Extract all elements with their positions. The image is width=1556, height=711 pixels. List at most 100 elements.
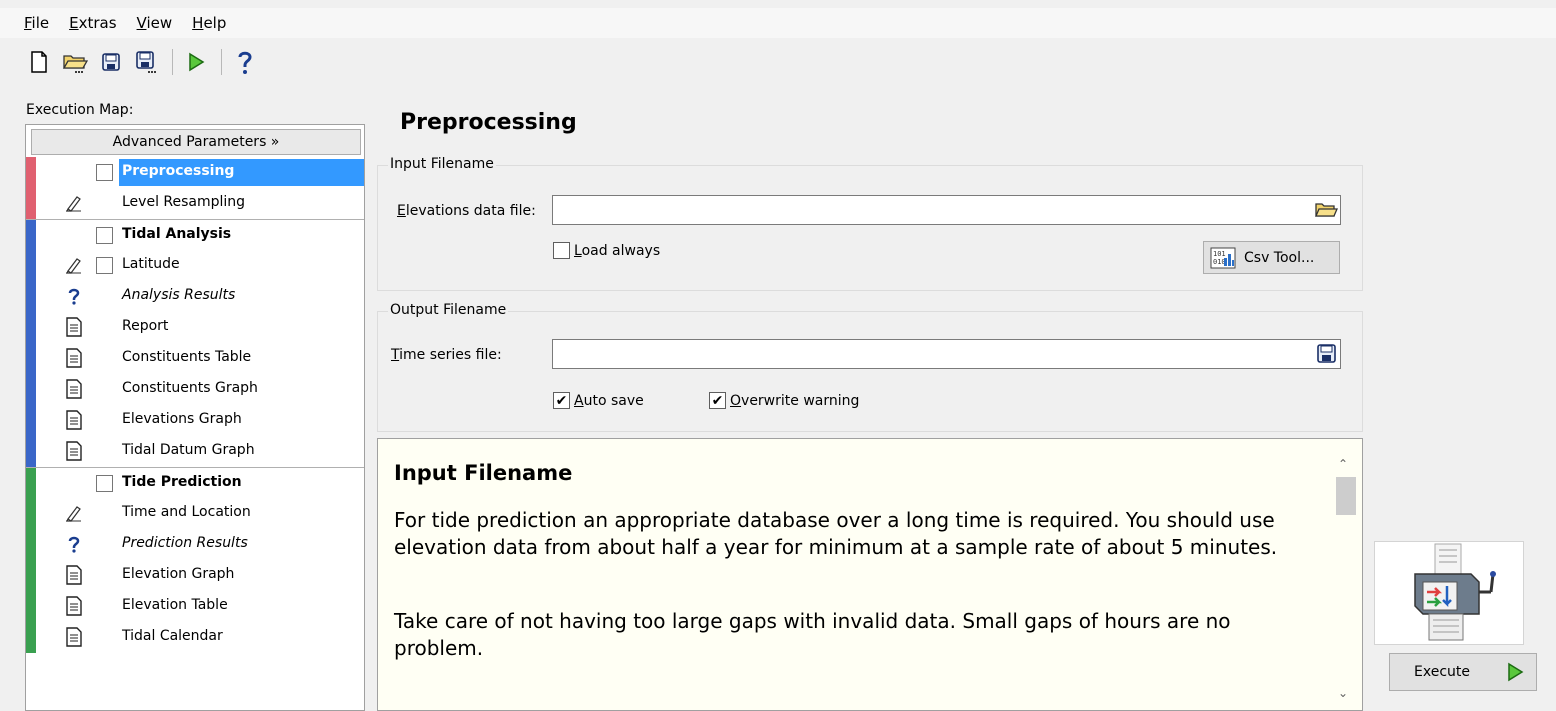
- section-color-bar: [26, 188, 36, 219]
- elevations-data-file-input[interactable]: [552, 195, 1341, 225]
- section-color-bar: [26, 468, 36, 499]
- scroll-up-icon[interactable]: ⌃: [1338, 457, 1348, 471]
- execution-map-item-report[interactable]: Report: [26, 312, 364, 343]
- input-filename-group-title: Input Filename: [388, 156, 496, 172]
- execution-map-item-label: Elevation Graph: [122, 566, 235, 582]
- help-heading: Input Filename: [394, 461, 573, 485]
- execution-map-item-label: Tidal Datum Graph: [122, 442, 255, 458]
- execution-map-item-level-resampling[interactable]: Level Resampling: [26, 188, 364, 219]
- question-icon: [64, 534, 84, 554]
- advanced-parameters-button[interactable]: Advanced Parameters »: [31, 129, 361, 155]
- overwrite-warning-label: Overwrite warning: [730, 392, 860, 409]
- execution-map-item-prediction-results[interactable]: Prediction Results: [26, 529, 364, 560]
- help-button[interactable]: [230, 46, 260, 78]
- execution-map-item-label: Tidal Calendar: [122, 628, 223, 644]
- execution-map-item-tidal-calendar[interactable]: Tidal Calendar: [26, 622, 364, 653]
- menu-view[interactable]: View: [137, 14, 173, 32]
- save-icon: [102, 53, 120, 71]
- execution-map-item-constituents-table[interactable]: Constituents Table: [26, 343, 364, 374]
- browse-save-icon[interactable]: [1314, 344, 1338, 364]
- auto-save-checkbox[interactable]: ✔ Auto save: [553, 392, 644, 409]
- execution-map-item-preprocessing[interactable]: Preprocessing: [26, 157, 364, 188]
- new-file-button[interactable]: [24, 46, 54, 78]
- run-button[interactable]: [181, 46, 211, 78]
- section-color-bar: [26, 591, 36, 622]
- execution-map-item-analysis-results[interactable]: Analysis Results: [26, 281, 364, 312]
- section-color-bar: [26, 436, 36, 467]
- section-color-bar: [26, 312, 36, 343]
- execution-map-item-label: Tide Prediction: [122, 474, 242, 490]
- execution-map-item-label: Analysis Results: [122, 287, 236, 303]
- execution-map-item-elevations-graph[interactable]: Elevations Graph: [26, 405, 364, 436]
- save-button[interactable]: [96, 46, 126, 78]
- auto-save-box[interactable]: ✔: [553, 392, 570, 409]
- load-always-checkbox[interactable]: Load always: [553, 242, 660, 259]
- load-always-box[interactable]: [553, 242, 570, 259]
- execution-map-label: Execution Map:: [26, 102, 134, 118]
- help-icon: [238, 51, 252, 74]
- menu-help[interactable]: Help: [192, 14, 226, 32]
- open-button[interactable]: [60, 46, 90, 78]
- section-color-bar: [26, 529, 36, 560]
- auto-save-label: Auto save: [574, 392, 644, 409]
- csv-grid-icon: 101010: [1210, 247, 1236, 268]
- execution-map-checkbox[interactable]: [96, 227, 113, 244]
- execution-map-item-constituents-graph[interactable]: Constituents Graph: [26, 374, 364, 405]
- section-color-bar: [26, 374, 36, 405]
- help-panel[interactable]: Input Filename For tide prediction an ap…: [377, 438, 1363, 711]
- execution-map-item-label: Preprocessing: [122, 163, 235, 179]
- menu-file[interactable]: File: [24, 14, 49, 32]
- execute-label: Execute: [1414, 664, 1470, 680]
- overwrite-warning-checkbox[interactable]: ✔ Overwrite warning: [709, 392, 859, 409]
- output-filename-group: Output Filename Time series file: ✔ Auto…: [377, 302, 1363, 432]
- document-icon: [64, 410, 84, 430]
- execute-illustration: [1374, 541, 1524, 645]
- open-folder-icon: [62, 55, 88, 73]
- browse-folder-icon[interactable]: [1314, 200, 1338, 220]
- execution-map-item-label: Latitude: [122, 256, 180, 272]
- save-as-button[interactable]: [132, 46, 162, 78]
- time-series-file-label: Time series file:: [391, 347, 502, 363]
- csv-tool-button[interactable]: 101 010 Csv Tool...: [1203, 241, 1340, 274]
- overwrite-warning-box[interactable]: ✔: [709, 392, 726, 409]
- help-paragraph-1: For tide prediction an appropriate datab…: [394, 508, 1278, 559]
- help-paragraph-2: Take care of not having too large gaps w…: [394, 609, 1231, 660]
- execution-map-item-elevation-table[interactable]: Elevation Table: [26, 591, 364, 622]
- document-icon: [64, 379, 84, 399]
- execution-map-item-label: Elevations Graph: [122, 411, 242, 427]
- execution-map-item-time-and-location[interactable]: Time and Location: [26, 498, 364, 529]
- time-series-file-input[interactable]: [552, 339, 1341, 369]
- section-color-bar: [26, 281, 36, 312]
- toolbar-separator: [172, 49, 173, 75]
- question-icon: [64, 286, 84, 306]
- execute-button[interactable]: Execute: [1389, 653, 1537, 691]
- save-as-icon: [136, 51, 156, 73]
- section-color-bar: [26, 498, 36, 529]
- execution-map-item-tidal-analysis[interactable]: Tidal Analysis: [26, 219, 364, 251]
- scroll-down-icon[interactable]: ⌄: [1338, 686, 1348, 700]
- execution-map-checkbox[interactable]: [96, 257, 113, 274]
- execution-map-item-tide-prediction[interactable]: Tide Prediction: [26, 467, 364, 499]
- execution-map-checkbox[interactable]: [96, 475, 113, 492]
- section-color-bar: [26, 250, 36, 281]
- document-icon: [64, 441, 84, 461]
- help-scrollbar[interactable]: ⌃ ⌄: [1328, 439, 1362, 710]
- document-icon: [64, 596, 84, 616]
- execution-map-item-label: Report: [122, 318, 169, 334]
- section-color-bar: [26, 220, 36, 251]
- menu-extras[interactable]: Extras: [69, 14, 116, 32]
- scroll-thumb[interactable]: [1336, 477, 1356, 515]
- input-filename-group: Input Filename Elevations data file: Loa…: [377, 156, 1363, 291]
- document-icon: [64, 348, 84, 368]
- document-icon: [64, 627, 84, 647]
- execution-map-checkbox[interactable]: [96, 164, 113, 181]
- svg-text:101: 101: [1213, 250, 1226, 258]
- document-icon: [64, 317, 84, 337]
- new-file-icon: [31, 51, 47, 73]
- run-icon: [1508, 662, 1524, 682]
- execution-map-item-latitude[interactable]: Latitude: [26, 250, 364, 281]
- execution-map-item-elevation-graph[interactable]: Elevation Graph: [26, 560, 364, 591]
- section-color-bar: [26, 622, 36, 653]
- execution-map-item-tidal-datum-graph[interactable]: Tidal Datum Graph: [26, 436, 364, 467]
- elevations-data-file-label: Elevations data file:: [397, 203, 536, 219]
